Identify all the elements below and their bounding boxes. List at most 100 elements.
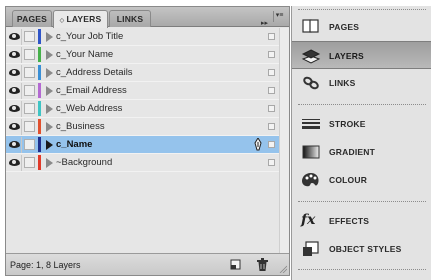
panel-status-bar: Page: 1, 8 Layers bbox=[6, 253, 289, 275]
panel-controls: ▸▸ ▾≡ bbox=[261, 11, 285, 27]
selection-square-icon[interactable] bbox=[268, 123, 275, 130]
dock-item-layers[interactable]: LAYERS bbox=[292, 41, 431, 69]
lock-toggle[interactable] bbox=[24, 157, 35, 168]
panel-dock: PAGES LAYERS LINKS STROKE GRADIENT COLOU… bbox=[291, 6, 431, 280]
selection-square-icon[interactable] bbox=[268, 51, 275, 58]
layer-row[interactable]: c_Business bbox=[6, 118, 289, 136]
new-layer-icon[interactable] bbox=[230, 259, 241, 270]
visibility-toggle[interactable] bbox=[8, 119, 22, 135]
panel-tab-bar: PAGES ◇ LAYERS LINKS ▸▸ ▾≡ bbox=[6, 7, 289, 28]
tab-layers[interactable]: ◇ LAYERS bbox=[53, 10, 108, 28]
selection-square-icon[interactable] bbox=[268, 69, 275, 76]
dock-separator bbox=[298, 104, 426, 105]
layer-color-swatch bbox=[38, 29, 41, 44]
layer-name: c_Business bbox=[56, 121, 105, 132]
layers-panel: PAGES ◇ LAYERS LINKS ▸▸ ▾≡ c_Your Job Tit… bbox=[5, 6, 290, 276]
gradient-icon bbox=[302, 145, 320, 159]
trash-icon[interactable] bbox=[257, 258, 268, 271]
selection-square-icon[interactable] bbox=[268, 159, 275, 166]
object-styles-icon bbox=[303, 241, 319, 256]
visibility-toggle[interactable] bbox=[8, 47, 22, 63]
stroke-icon bbox=[302, 119, 320, 129]
lock-toggle[interactable] bbox=[24, 67, 35, 78]
dock-label: LAYERS bbox=[329, 51, 364, 61]
eye-icon bbox=[9, 87, 20, 94]
dock-label: LINKS bbox=[329, 78, 356, 88]
lock-toggle[interactable] bbox=[24, 49, 35, 60]
expand-triangle-icon[interactable] bbox=[46, 158, 53, 168]
dock-item-stroke[interactable]: STROKE bbox=[292, 110, 431, 138]
pages-icon bbox=[302, 19, 319, 33]
dock-item-effects[interactable]: fx EFFECTS bbox=[292, 207, 431, 235]
dock-label: OBJECT STYLES bbox=[329, 244, 402, 254]
layer-name: ~Background bbox=[56, 157, 113, 168]
visibility-toggle[interactable] bbox=[8, 137, 22, 153]
layer-list-scrollbar[interactable] bbox=[279, 28, 289, 253]
layer-color-swatch bbox=[38, 119, 41, 134]
layer-row[interactable]: c_Your Name bbox=[6, 46, 289, 64]
resize-grip-icon[interactable] bbox=[279, 265, 287, 273]
dock-label: GRADIENT bbox=[329, 147, 375, 157]
pen-icon bbox=[254, 138, 262, 151]
dock-item-object-styles[interactable]: OBJECT STYLES bbox=[292, 235, 431, 263]
layer-color-swatch bbox=[38, 137, 41, 152]
layer-name: c_Name bbox=[56, 139, 93, 150]
dock-item-links[interactable]: LINKS bbox=[292, 69, 431, 97]
tab-pages-label: PAGES bbox=[16, 14, 48, 24]
dock-item-gradient[interactable]: GRADIENT bbox=[292, 138, 431, 166]
effects-icon: fx bbox=[301, 212, 316, 228]
layer-row-selected[interactable]: c_Name bbox=[6, 136, 289, 154]
layer-row[interactable]: ~Background bbox=[6, 154, 289, 172]
visibility-toggle[interactable] bbox=[8, 155, 22, 171]
layers-icon bbox=[301, 49, 321, 64]
visibility-toggle[interactable] bbox=[8, 29, 22, 45]
dock-label: PAGES bbox=[329, 22, 360, 32]
layer-name: c_Address Details bbox=[56, 67, 133, 78]
expand-triangle-icon[interactable] bbox=[46, 86, 53, 96]
collapse-icon[interactable]: ▸▸ bbox=[261, 20, 268, 27]
expand-triangle-icon[interactable] bbox=[46, 32, 53, 42]
colour-icon bbox=[302, 173, 319, 187]
expand-triangle-icon[interactable] bbox=[46, 140, 53, 150]
lock-toggle[interactable] bbox=[24, 139, 35, 150]
eye-icon bbox=[9, 141, 20, 148]
layer-row[interactable]: c_Email Address bbox=[6, 82, 289, 100]
selection-square-icon[interactable] bbox=[268, 33, 275, 40]
expand-triangle-icon[interactable] bbox=[46, 122, 53, 132]
layer-row[interactable]: c_Web Address bbox=[6, 100, 289, 118]
tab-chevron-icon: ◇ bbox=[59, 18, 65, 24]
dock-label: EFFECTS bbox=[329, 216, 370, 226]
layer-name: c_Web Address bbox=[56, 103, 123, 114]
lock-toggle[interactable] bbox=[24, 85, 35, 96]
dock-separator bbox=[298, 269, 426, 270]
panel-menu-icon[interactable]: ▾≡ bbox=[273, 11, 285, 22]
eye-icon bbox=[9, 123, 20, 130]
expand-triangle-icon[interactable] bbox=[46, 104, 53, 114]
expand-triangle-icon[interactable] bbox=[46, 50, 53, 60]
eye-icon bbox=[9, 33, 20, 40]
selection-square-icon[interactable] bbox=[268, 87, 275, 94]
visibility-toggle[interactable] bbox=[8, 65, 22, 81]
layer-color-swatch bbox=[38, 101, 41, 116]
layer-row[interactable]: c_Address Details bbox=[6, 64, 289, 82]
visibility-toggle[interactable] bbox=[8, 83, 22, 99]
layer-name: c_Email Address bbox=[56, 85, 127, 96]
dock-separator bbox=[298, 201, 426, 202]
lock-toggle[interactable] bbox=[24, 103, 35, 114]
dock-label: COLOUR bbox=[329, 175, 368, 185]
lock-toggle[interactable] bbox=[24, 31, 35, 42]
tab-pages[interactable]: PAGES bbox=[12, 10, 52, 27]
dock-item-colour[interactable]: COLOUR bbox=[292, 166, 431, 194]
visibility-toggle[interactable] bbox=[8, 101, 22, 117]
layer-row[interactable]: c_Your Job Title bbox=[6, 28, 289, 46]
tab-links[interactable]: LINKS bbox=[109, 10, 151, 27]
selection-square-icon[interactable] bbox=[268, 141, 275, 148]
layer-name: c_Your Job Title bbox=[56, 31, 124, 42]
lock-toggle[interactable] bbox=[24, 121, 35, 132]
tab-layers-label: LAYERS bbox=[66, 14, 102, 24]
dock-item-pages[interactable]: PAGES bbox=[292, 13, 431, 41]
status-text: Page: 1, 8 Layers bbox=[10, 260, 81, 270]
selection-square-icon[interactable] bbox=[268, 105, 275, 112]
dock-label: STROKE bbox=[329, 119, 366, 129]
expand-triangle-icon[interactable] bbox=[46, 68, 53, 78]
